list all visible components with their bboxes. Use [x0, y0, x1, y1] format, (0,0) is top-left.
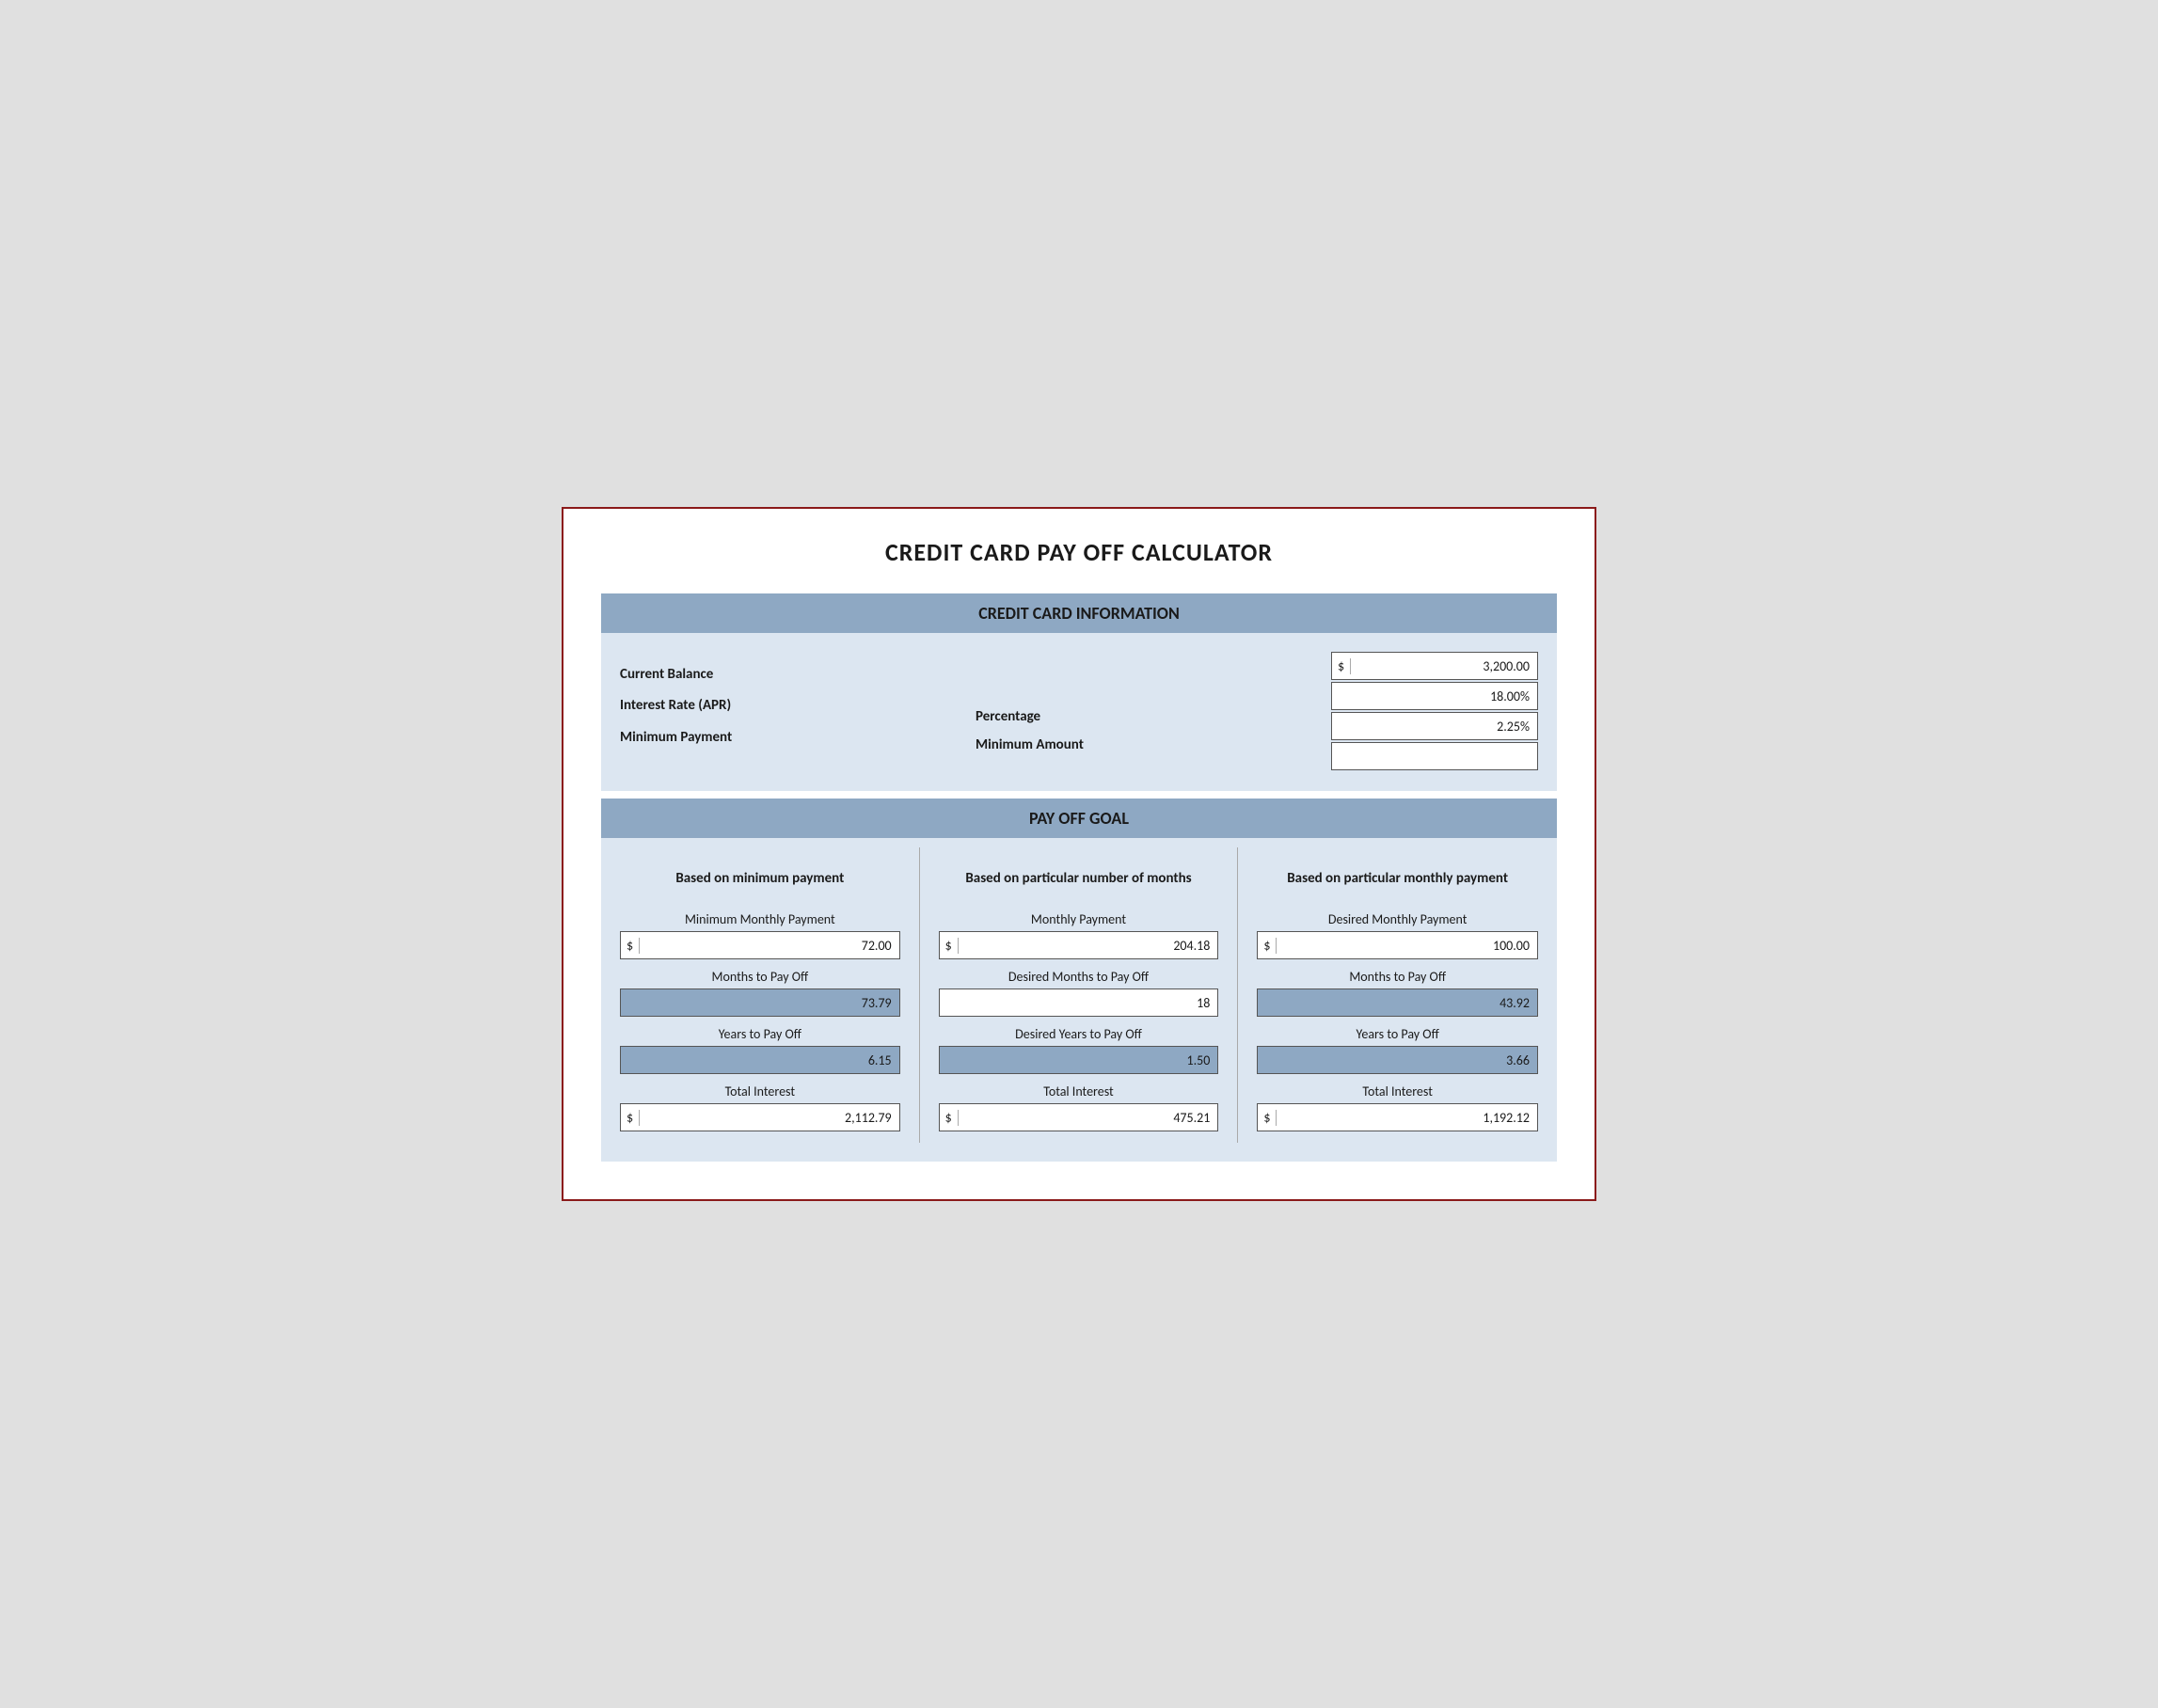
goal-col-2: Based on particular number of months Mon… [920, 847, 1239, 1143]
col1-field3-label: Years to Pay Off [620, 1026, 900, 1042]
current-balance-value: 3,200.00 [1351, 658, 1537, 674]
goal-col-1: Based on minimum payment Minimum Monthly… [601, 847, 920, 1143]
min-amount-input[interactable] [1331, 742, 1538, 770]
col1-field2-label: Months to Pay Off [620, 969, 900, 985]
calculator-wrapper: CREDIT CARD PAY OFF CALCULATOR CREDIT CA… [562, 507, 1596, 1201]
col3-field1-label: Desired Monthly Payment [1257, 911, 1538, 927]
interest-rate-value: 18.00% [1332, 688, 1537, 704]
col3-field2-value: 43.92 [1258, 995, 1537, 1011]
col3-field1-value: 100.00 [1277, 938, 1537, 954]
col1-field4-box: $ 2,112.79 [620, 1103, 900, 1131]
col2-field3-box: 1.50 [939, 1046, 1219, 1074]
col1-field1-label: Minimum Monthly Payment [620, 911, 900, 927]
min-payment-pct-value: 2.25% [1332, 719, 1537, 735]
dollar-sign-1: $ [1332, 658, 1351, 674]
col1-field4-label: Total Interest [620, 1083, 900, 1099]
interest-rate-input[interactable]: 18.00% [1331, 682, 1538, 710]
goal-columns: Based on minimum payment Minimum Monthly… [601, 847, 1557, 1143]
col1-dollar-1: $ [621, 938, 640, 954]
col3-field4-value: 1,192.12 [1277, 1110, 1537, 1126]
col1-field2-box: 73.79 [620, 988, 900, 1017]
col3-dollar-1: $ [1258, 938, 1277, 954]
pay-off-goal-header: PAY OFF GOAL [601, 799, 1557, 838]
col3-field1-box[interactable]: $ 100.00 [1257, 931, 1538, 959]
minimum-payment-label: Minimum Payment [620, 722, 976, 753]
col2-field1-box[interactable]: $ 204.18 [939, 931, 1219, 959]
info-grid: Current Balance Interest Rate (APR) Mini… [620, 652, 1538, 772]
col2-field1-value: 204.18 [959, 938, 1218, 954]
col2-field4-label: Total Interest [939, 1083, 1219, 1099]
col1-dollar-4: $ [621, 1110, 640, 1126]
col2-field4-box: $ 475.21 [939, 1103, 1219, 1131]
min-payment-pct-input[interactable]: 2.25% [1331, 712, 1538, 740]
col2-dollar-1: $ [940, 938, 959, 954]
info-labels-col: Current Balance Interest Rate (APR) Mini… [620, 652, 976, 761]
current-balance-input[interactable]: $ 3,200.00 [1331, 652, 1538, 680]
col2-dollar-4: $ [940, 1110, 959, 1126]
col1-title: Based on minimum payment [620, 857, 900, 902]
percentage-label: Percentage [976, 703, 1331, 731]
col3-field4-label: Total Interest [1257, 1083, 1538, 1099]
col2-field2-label: Desired Months to Pay Off [939, 969, 1219, 985]
col3-field4-box: $ 1,192.12 [1257, 1103, 1538, 1131]
col1-field4-value: 2,112.79 [640, 1110, 899, 1126]
info-inputs-col: $ 3,200.00 18.00% 2.25% [1331, 652, 1538, 772]
goal-col-3: Based on particular monthly payment Desi… [1238, 847, 1557, 1143]
col3-field3-box: 3.66 [1257, 1046, 1538, 1074]
current-balance-label: Current Balance [620, 659, 976, 690]
col1-field2-value: 73.79 [621, 995, 899, 1011]
col1-field1-box[interactable]: $ 72.00 [620, 931, 900, 959]
info-middle-col: Percentage Minimum Amount [976, 652, 1331, 761]
pay-off-goal-section: PAY OFF GOAL Based on minimum payment Mi… [601, 799, 1557, 1162]
col1-field1-value: 72.00 [640, 938, 899, 954]
minimum-amount-label: Minimum Amount [976, 731, 1331, 759]
interest-rate-label: Interest Rate (APR) [620, 690, 976, 721]
goal-body: Based on minimum payment Minimum Monthly… [601, 838, 1557, 1162]
col1-field3-value: 6.15 [621, 1052, 899, 1068]
col1-field3-box: 6.15 [620, 1046, 900, 1074]
info-section-body: Current Balance Interest Rate (APR) Mini… [601, 633, 1557, 791]
col2-field4-value: 475.21 [959, 1110, 1218, 1126]
col2-title: Based on particular number of months [939, 857, 1219, 902]
col3-field2-label: Months to Pay Off [1257, 969, 1538, 985]
credit-card-info-section: CREDIT CARD INFORMATION Current Balance … [601, 593, 1557, 791]
col3-title: Based on particular monthly payment [1257, 857, 1538, 902]
credit-card-info-header: CREDIT CARD INFORMATION [601, 593, 1557, 633]
col2-field3-value: 1.50 [940, 1052, 1218, 1068]
col2-field3-label: Desired Years to Pay Off [939, 1026, 1219, 1042]
col3-dollar-4: $ [1258, 1110, 1277, 1126]
col3-field2-box: 43.92 [1257, 988, 1538, 1017]
main-title: CREDIT CARD PAY OFF CALCULATOR [601, 537, 1557, 567]
col2-field2-value: 18 [940, 995, 1218, 1011]
col3-field3-value: 3.66 [1258, 1052, 1537, 1068]
col3-field3-label: Years to Pay Off [1257, 1026, 1538, 1042]
col2-field1-label: Monthly Payment [939, 911, 1219, 927]
col2-field2-box[interactable]: 18 [939, 988, 1219, 1017]
